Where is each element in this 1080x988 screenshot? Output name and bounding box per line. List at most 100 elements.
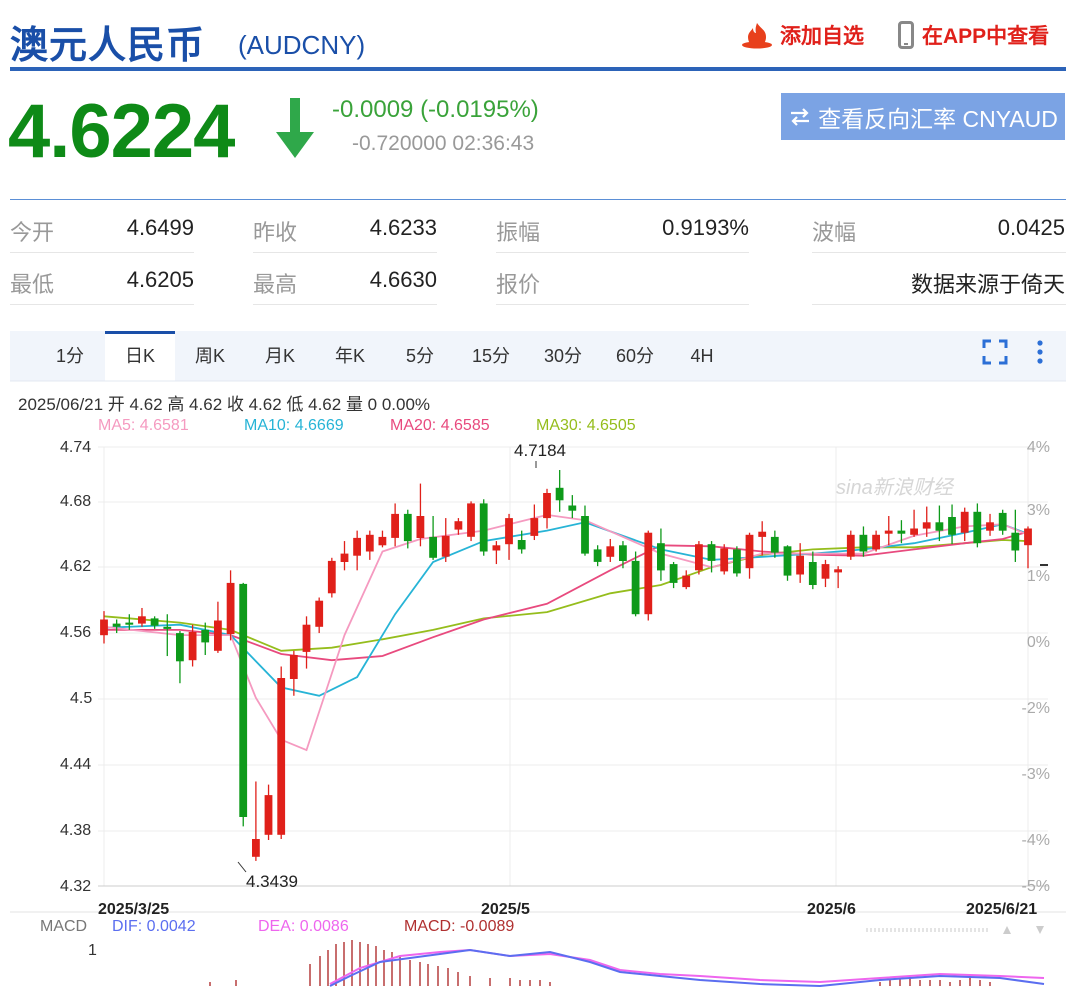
macd-value: MACD: -0.0089: [404, 918, 515, 935]
candle-body: [695, 544, 703, 571]
candle-body: [669, 564, 678, 583]
y-tick: 4.68: [60, 493, 92, 510]
candle-body: [796, 555, 804, 575]
candle-body: [846, 534, 855, 557]
y-tick: 4.56: [60, 624, 92, 641]
candle-body: [568, 505, 577, 511]
candle-body: [176, 633, 184, 662]
candle-body: [948, 517, 956, 535]
candle-body: [365, 534, 374, 552]
pct-tick: 3%: [1026, 502, 1050, 519]
candle-body: [657, 543, 665, 571]
macd-dea: DEA: 0.0086: [258, 918, 349, 935]
min-marker-line: [237, 861, 247, 873]
scroll-up-icon: [1003, 926, 1011, 934]
max-price-label: 4.7184: [514, 441, 566, 460]
candle-body: [441, 535, 450, 557]
candle-body: [340, 553, 349, 562]
candle-body: [353, 537, 361, 556]
y-tick: 4.62: [60, 558, 92, 575]
x-tick: 2025/6/21: [966, 901, 1038, 918]
candle-body: [960, 511, 969, 533]
y-tick: 4.38: [60, 822, 92, 839]
candle-body: [543, 493, 551, 519]
candle-body: [581, 516, 589, 554]
candle-body: [252, 839, 260, 857]
candle-body: [859, 534, 868, 552]
candle-body: [201, 629, 210, 643]
candlestick-chart[interactable]: sina新浪财经: [0, 0, 1080, 988]
pct-tick: 0%: [1026, 634, 1050, 651]
candle-body: [100, 619, 108, 636]
y-tick: 4.74: [60, 439, 92, 456]
candle-body: [226, 582, 235, 635]
candle-body: [935, 522, 944, 531]
candle-body: [479, 503, 488, 552]
y-tick: 4.44: [60, 756, 92, 773]
candle-body: [403, 513, 412, 542]
candle-body: [707, 544, 716, 561]
candle-body: [289, 655, 298, 679]
candle-body: [783, 546, 792, 576]
candle-body: [530, 518, 539, 536]
candle-body: [897, 530, 906, 534]
candle-body: [758, 531, 767, 537]
candle-body: [163, 626, 172, 629]
candle-body: [429, 536, 437, 558]
candle-body: [277, 678, 286, 835]
macd-dif-line: [329, 948, 1045, 988]
x-tick: 2025/3/25: [98, 901, 170, 918]
candle-body: [378, 536, 387, 546]
candle-body: [922, 522, 931, 529]
candle-body: [910, 528, 918, 535]
candle-body: [264, 795, 273, 835]
pct-tick: -3%: [1021, 766, 1050, 783]
candle-body: [619, 545, 627, 561]
candle-body: [720, 548, 729, 572]
candle-body: [454, 521, 463, 530]
candle-body: [834, 569, 842, 573]
y-tick: 4.5: [70, 690, 93, 707]
pct-tick: -4%: [1021, 832, 1050, 849]
candle-body: [745, 534, 754, 569]
candle-body: [973, 511, 982, 544]
candle-body: [631, 560, 640, 615]
pct-tick: 4%: [1026, 439, 1050, 456]
candle-body: [239, 583, 248, 817]
macd-dif: DIF: 0.0042: [112, 918, 196, 935]
candle-body: [517, 540, 526, 550]
candle-body: [808, 562, 817, 585]
candle-body: [593, 549, 602, 562]
candle-body: [682, 575, 691, 588]
candle-body: [315, 600, 324, 627]
y-tick: 4.32: [60, 878, 92, 895]
min-price-label: 4.3439: [246, 872, 298, 891]
candle-body: [492, 545, 501, 551]
candle-body: [644, 532, 653, 615]
pct-tick: 1%: [1026, 568, 1050, 585]
candle-body: [606, 546, 615, 557]
candle-body: [138, 616, 146, 624]
sina-watermark: sina新浪财经: [836, 477, 955, 499]
candle-body: [555, 487, 564, 501]
candle-body: [150, 618, 159, 626]
candle-body: [733, 549, 741, 574]
candle-body: [505, 518, 513, 545]
candle-body: [821, 564, 830, 579]
candle-body: [416, 516, 425, 538]
candle-body: [125, 622, 134, 625]
pct-tick: -5%: [1021, 878, 1050, 895]
candle-body: [467, 503, 475, 537]
macd-title: MACD: [40, 918, 88, 935]
candle-body: [327, 560, 336, 594]
candle-body: [884, 530, 893, 534]
x-tick: 2025/5: [481, 901, 530, 918]
candle-body: [112, 623, 121, 627]
candle-body: [872, 534, 880, 550]
macd-y-tick: 1: [88, 942, 97, 959]
candle-body: [391, 513, 399, 538]
x-tick: 2025/6: [807, 901, 856, 918]
candle-body: [214, 620, 222, 651]
candle-body: [1024, 528, 1032, 546]
candle-body: [770, 536, 779, 553]
